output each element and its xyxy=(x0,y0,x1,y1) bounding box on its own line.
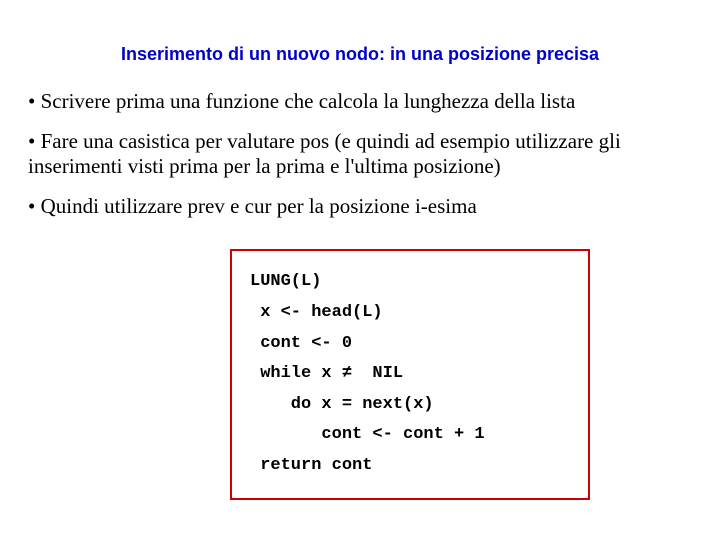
slide-title: Inserimento di un nuovo nodo: in una pos… xyxy=(56,44,664,65)
code-line: return cont xyxy=(250,456,372,475)
bullet-item: • Fare una casistica per valutare pos (e… xyxy=(28,129,692,180)
pseudocode-box: LUNG(L) x <- head(L) cont <- 0 while x ≠… xyxy=(230,249,590,499)
slide-page: Inserimento di un nuovo nodo: in una pos… xyxy=(0,0,720,500)
code-line: do x = next(x) xyxy=(250,395,434,414)
bullet-item: • Scrivere prima una funzione che calcol… xyxy=(28,89,692,115)
code-line: x <- head(L) xyxy=(250,303,383,322)
bullet-item: • Quindi utilizzare prev e cur per la po… xyxy=(28,194,692,220)
code-line: LUNG(L) xyxy=(250,272,321,291)
code-line: cont <- cont + 1 xyxy=(250,425,485,444)
code-line: cont <- 0 xyxy=(250,334,352,353)
code-line: while x ≠ NIL xyxy=(250,364,403,383)
